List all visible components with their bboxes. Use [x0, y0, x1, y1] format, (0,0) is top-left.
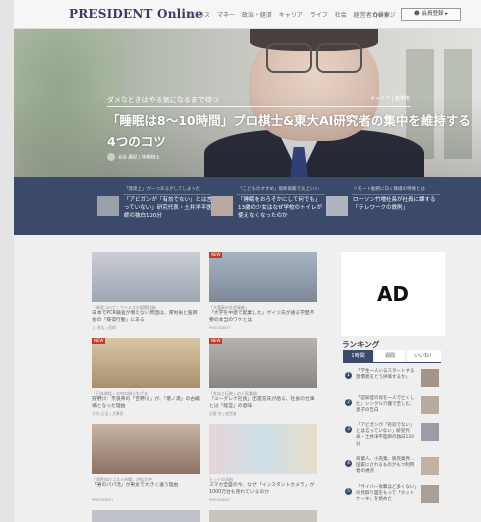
article-title[interactable]: 「男のパパ活」が男女で大きく違う理由 [92, 483, 200, 490]
ranking-thumbnail [421, 369, 439, 387]
menu-item-career[interactable]: キャリア [279, 12, 303, 19]
hero-overlay [14, 29, 481, 177]
ranking-text[interactable]: 「学生一人いるスタートする習慣者をどう評価するか」 [356, 369, 418, 381]
strip-kicker: 「こどものすすめ」無断掲載で炎上いい [238, 187, 319, 192]
strip-title[interactable]: 「アビガンが「有効でない」とは言っていない」研究代表・土井洋平医師の独白120分 [124, 196, 212, 220]
article-thumbnail [92, 252, 200, 302]
ranking-number: 3 [345, 426, 352, 433]
ranking-number: 4 [345, 460, 352, 467]
member-register-button[interactable]: ☻ 会員登録 ▸ [401, 8, 461, 21]
ranking-text[interactable]: 「アビガンが「有効でない」とは言っていない」研究代表・土井洋平医師の独白120分 [356, 423, 418, 448]
menu-item-society[interactable]: 社会 [335, 12, 347, 19]
ranking-text[interactable]: 「認知症の母を一人で亡くした」シングル介護で苦しむ、息子の告白 [356, 396, 418, 415]
strip-kicker: 「発達上」が一つあるがしてしまった [124, 187, 201, 192]
ranking-text[interactable]: 「サイバー攻撃ほど多くない」の見取り図をもって「ホットケーキ」を始めた [356, 485, 418, 504]
featured-strip: 「発達上」が一つあるがしてしまった 「アビガンが「有効でない」とは言っていない」… [14, 177, 481, 235]
article-card[interactable]: NEW 「文化と伝統」の人気番組 「ユーグレナ社長」出雲充氏が語る、社長の仕事と… [209, 338, 317, 418]
hero-article[interactable]: ダメなときはやる気になるまで待つ キャリア | 雑学術 「睡眠は8～10時間」プ… [14, 29, 481, 177]
article-thumbnail-partial [209, 510, 317, 522]
article-title[interactable]: 日本でPCR検査が増えない原因は、厚労省と医師会の「既得行動」にある [92, 311, 200, 324]
article-card[interactable]: NEW 「大富豪の社会貢献」 「大学を中退で起業した」ゲイツ氏が語る学歴不要の本… [209, 252, 317, 332]
ranking-text[interactable]: 商業人、小売業、販売業界…国家にされるものがもつ利用者の視点 [356, 457, 418, 476]
article-title[interactable]: スマホ全盛の今、なぜ「インスタントカメラ」が1000万台も売れているのか [209, 483, 317, 496]
ranking-number: 2 [345, 399, 352, 406]
page: PRESIDENT Online ビジネス マネー 政治・経済 キャリア ライフ… [14, 0, 481, 522]
hero-author-name: 谷合 廣紀 | 将棋棋士 [118, 155, 160, 161]
article-author: 上 昌広 | 医師 [92, 325, 116, 330]
article-author: PRESIDENT [209, 325, 231, 330]
article-thumbnail [209, 338, 317, 388]
tab-likes[interactable]: いいね！ [407, 350, 441, 362]
article-title[interactable]: 狩野川：奈良県の「吉野川」が、「壇ノ浦」の古戦場となった理由 [92, 397, 200, 410]
article-title[interactable]: 「ユーグレナ社長」出雲充氏が語る、社長の仕事とは「経営」の意味 [209, 397, 317, 410]
strip-article[interactable]: 「発達上」が一つあるがしてしまった 「アビガンが「有効でない」とは言っていない」… [97, 186, 217, 226]
strip-article[interactable]: 「こどものすすめ」無断掲載で炎上いい 「睡眠をおろそかにして何でも」13歳の少女… [211, 186, 331, 226]
article-thumbnail [209, 252, 317, 302]
article-author: 竹内 正浩 | 文筆家 [92, 411, 124, 416]
strip-kicker: リモート勤務に向く職場の特徴とは [353, 187, 425, 192]
ranking-item[interactable]: 1 「学生一人いるスタートする習慣者をどう評価するか」 [345, 367, 441, 391]
ranking-title: ランキング [342, 340, 380, 349]
article-thumbnail [92, 424, 200, 474]
site-logo[interactable]: PRESIDENT Online [69, 7, 203, 21]
strip-thumbnail [211, 196, 233, 216]
tab-weekly[interactable]: 週間 [375, 350, 405, 362]
top-nav: PRESIDENT Online ビジネス マネー 政治・経済 キャリア ライフ… [14, 0, 481, 29]
strip-thumbnail [326, 196, 348, 216]
new-badge: NEW [209, 338, 223, 344]
strip-thumbnail [97, 196, 119, 216]
article-author: PRESIDENT [92, 497, 114, 502]
hero-author: 谷合 廣紀 | 将棋棋士 [107, 153, 160, 161]
article-title[interactable]: 「大学を中退で起業した」ゲイツ氏が語る学歴不要の本当のワケとは [209, 311, 317, 324]
ranking-divider [343, 362, 441, 363]
author-avatar [107, 153, 115, 161]
menu-item-money[interactable]: マネー [217, 12, 235, 19]
ranking-item[interactable]: 4 商業人、小売業、販売業界…国家にされるものがもつ利用者の視点 [345, 455, 441, 479]
ranking-thumbnail [421, 457, 439, 475]
article-thumbnail [92, 338, 200, 388]
hero-divider [107, 106, 411, 107]
article-card[interactable]: NEW 「日本神話」の中の知られざる 狩野川：奈良県の「吉野川」が、「壇ノ浦」の… [92, 338, 200, 418]
main-menu: ビジネス マネー 政治・経済 キャリア ライフ 社会 経営者カレッジ [186, 10, 401, 19]
ranking-number: 1 [345, 372, 352, 379]
chevron-right-icon: ▸ [445, 11, 448, 17]
ranking-thumbnail [421, 423, 439, 441]
strip-divider [123, 194, 211, 195]
menu-item-politics[interactable]: 政治・経済 [242, 12, 272, 19]
menu-item-business[interactable]: ビジネス [186, 12, 210, 19]
article-author: 出雲 充 | 経営者 [209, 411, 237, 416]
search-button[interactable]: Q検索 [373, 10, 390, 19]
ad-label: AD [376, 282, 410, 306]
menu-item-life[interactable]: ライフ [310, 12, 328, 19]
ranking-number: 5 [345, 488, 352, 495]
ranking-tabs: 1時間 週間 いいね！ [343, 350, 441, 362]
hero-category[interactable]: キャリア | 雑学術 [370, 95, 410, 102]
article-card[interactable]: ヒットの法則 スマホ全盛の今、なぜ「インスタントカメラ」が1000万台も売れてい… [209, 424, 317, 504]
strip-article[interactable]: リモート勤務に向く職場の特徴とは ローソン竹増社長が社員に課する「テレワークの鉄… [326, 186, 446, 226]
article-card[interactable]: 「男性向けコスメ市場」が拡大中 「男のパパ活」が男女で大きく違う理由 PRESI… [92, 424, 200, 504]
ranking-item[interactable]: 5 「サイバー攻撃ほど多くない」の見取り図をもって「ホットケーキ」を始めた [345, 483, 441, 507]
ranking-thumbnail [421, 485, 439, 503]
article-thumbnail [209, 424, 317, 474]
hero-title[interactable]: 「睡眠は8～10時間」プロ棋士&東大AI研究者の集中を維持する [107, 110, 471, 129]
strip-divider [237, 194, 325, 195]
strip-title[interactable]: ローソン竹増社長が社員に課する「テレワークの鉄則」 [353, 196, 441, 212]
tab-1hour[interactable]: 1時間 [343, 350, 373, 362]
strip-title[interactable]: 「睡眠をおろそかにして何でも」13歳の少女はなぜ学校のトイレが使えなくなったのか [238, 196, 326, 220]
hero-title-line2[interactable]: 4つのコツ [107, 131, 166, 150]
hero-kicker: ダメなときはやる気になるまで待つ [107, 96, 219, 104]
article-thumbnail-partial [92, 510, 200, 522]
ranking-thumbnail [421, 396, 439, 414]
article-card[interactable]: 「新型コロナ」ウイルスの国際比較 日本でPCR検査が増えない原因は、厚労省と医師… [92, 252, 200, 332]
strip-divider [352, 194, 440, 195]
new-badge: NEW [92, 338, 106, 344]
ranking-item[interactable]: 3 「アビガンが「有効でない」とは言っていない」研究代表・土井洋平医師の独白12… [345, 421, 441, 448]
new-badge: NEW [209, 252, 223, 258]
ad-slot[interactable]: AD [341, 252, 445, 336]
article-author: PRESIDENT [209, 497, 231, 502]
ranking-item[interactable]: 2 「認知症の母を一人で亡くした」シングル介護で苦しむ、息子の告白 [345, 394, 441, 418]
member-label: 会員登録 [421, 11, 444, 17]
